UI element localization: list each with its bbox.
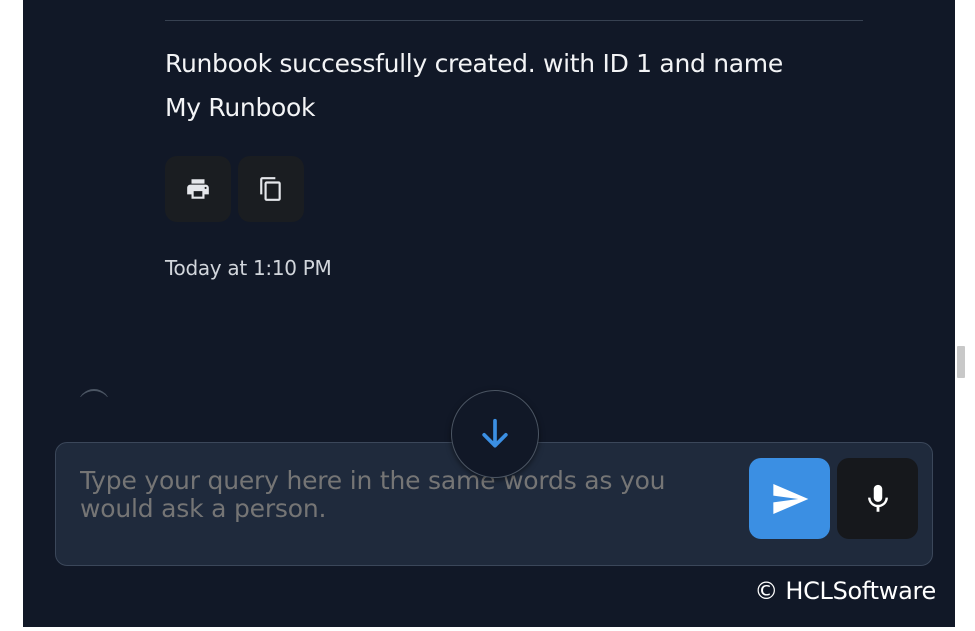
avatar [78, 389, 110, 397]
send-button[interactable] [749, 458, 830, 539]
scrollbar-track[interactable] [955, 0, 967, 627]
copy-icon [260, 177, 281, 201]
bot-message: Runbook successfully created. with ID 1 … [165, 49, 783, 122]
print-icon [187, 179, 209, 199]
chat-panel: Runbook successfully created. with ID 1 … [23, 0, 955, 627]
arrow-down-icon [482, 418, 508, 448]
print-button[interactable] [165, 156, 231, 222]
copyright-text: © HCLSoftware [754, 577, 936, 605]
query-input[interactable] [80, 467, 720, 523]
scroll-to-bottom-button[interactable] [451, 390, 539, 478]
microphone-button[interactable] [837, 458, 918, 539]
message-timestamp: Today at 1:10 PM [165, 256, 332, 280]
message-divider [165, 20, 863, 21]
scrollbar-thumb[interactable] [957, 346, 965, 378]
copy-button[interactable] [238, 156, 304, 222]
send-icon [772, 483, 808, 514]
microphone-icon [867, 484, 888, 512]
